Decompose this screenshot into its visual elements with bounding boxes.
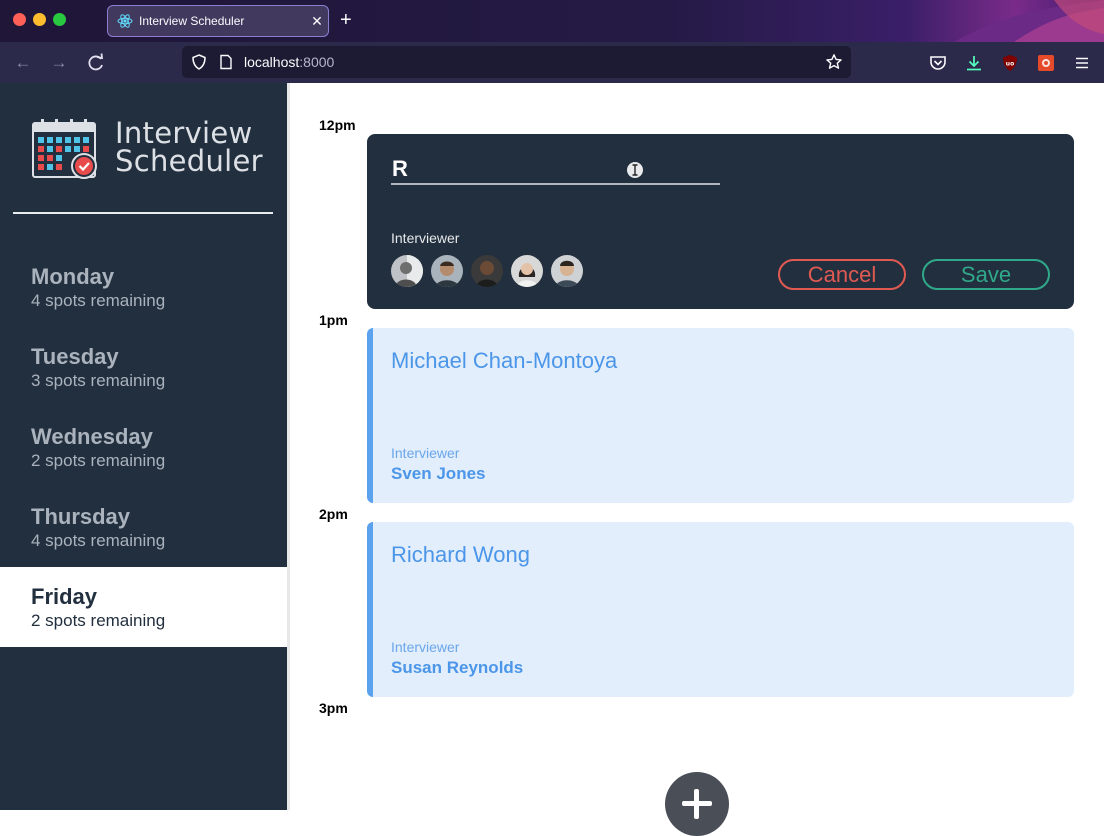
student-name: Michael Chan-Montoya: [391, 348, 618, 373]
day-name: Tuesday: [31, 344, 119, 369]
day-name: Monday: [31, 264, 115, 289]
bookmark-star-icon[interactable]: [825, 53, 843, 71]
forward-arrow-icon[interactable]: →: [48, 52, 70, 74]
text-cursor-icon: [627, 162, 643, 178]
time-label-3pm: 3pm: [319, 700, 348, 716]
calendar-logo-icon: [32, 119, 97, 179]
day-item-friday[interactable]: Friday 2 spots remaining: [0, 567, 287, 647]
interviewer-avatar[interactable]: [551, 255, 583, 287]
react-favicon-icon: [117, 14, 133, 28]
student-name: Richard Wong: [391, 542, 530, 567]
time-label-2pm: 2pm: [319, 506, 348, 522]
browser-tab-bar: Interview Scheduler ✕ +: [0, 0, 1104, 42]
interviewer-avatar[interactable]: [431, 255, 463, 287]
reload-icon[interactable]: [85, 52, 107, 74]
day-item-wednesday[interactable]: Wednesday 2 spots remaining: [0, 407, 287, 487]
day-list: Monday 4 spots remaining Tuesday 3 spots…: [0, 247, 287, 647]
add-appointment-button[interactable]: [665, 772, 729, 836]
url-host: localhost: [244, 54, 300, 70]
browser-tab[interactable]: Interview Scheduler ✕: [107, 5, 329, 37]
appointment-card[interactable]: Michael Chan-Montoya Interviewer Sven Jo…: [367, 328, 1074, 503]
interviewer-name: Sven Jones: [391, 464, 486, 483]
address-bar[interactable]: localhost:8000: [182, 46, 851, 78]
menu-hamburger-icon[interactable]: [1072, 53, 1092, 73]
page-info-icon[interactable]: [218, 54, 234, 70]
window-close-button[interactable]: [13, 13, 26, 26]
day-spots: 2 spots remaining: [31, 451, 166, 470]
student-name-input[interactable]: [391, 154, 720, 185]
plus-icon: [694, 789, 699, 819]
brand-line-2: Scheduler: [115, 144, 263, 178]
interviewer-avatar[interactable]: [471, 255, 503, 287]
app-brand: Interview Scheduler: [115, 116, 263, 178]
interviewer-label: Interviewer: [391, 230, 460, 246]
interviewer-name: Susan Reynolds: [391, 658, 524, 677]
interviewer-label: Interviewer: [391, 639, 460, 655]
interviewer-avatar[interactable]: [511, 255, 543, 287]
interviewer-label: Interviewer: [391, 445, 460, 461]
day-item-monday[interactable]: Monday 4 spots remaining: [0, 247, 287, 327]
time-label-12pm: 12pm: [319, 117, 356, 133]
appointment-card[interactable]: Richard Wong Interviewer Susan Reynolds: [367, 522, 1074, 697]
tab-title: Interview Scheduler: [139, 14, 245, 28]
day-spots: 3 spots remaining: [31, 371, 166, 390]
new-tab-button[interactable]: +: [340, 9, 352, 31]
url-text[interactable]: localhost:8000: [244, 54, 334, 70]
day-name: Wednesday: [31, 424, 153, 449]
day-name: Thursday: [31, 504, 131, 529]
sidebar-border: [287, 83, 290, 810]
browser-nav-bar: ← → localhost:8000 uo: [0, 42, 1104, 83]
brand-line-1: Interview: [115, 116, 253, 150]
window-zoom-button[interactable]: [53, 13, 66, 26]
day-item-tuesday[interactable]: Tuesday 3 spots remaining: [0, 327, 287, 407]
day-spots: 4 spots remaining: [31, 531, 166, 550]
pocket-icon[interactable]: [928, 53, 948, 73]
appointment-form: Interviewer: [367, 134, 1074, 309]
interviewer-list: [391, 255, 591, 287]
sidebar: Interview Scheduler Monday 4 spots remai…: [0, 83, 287, 810]
extension-icon[interactable]: [1036, 53, 1056, 73]
day-spots: 4 spots remaining: [31, 291, 166, 310]
sidebar-divider: [13, 212, 273, 214]
cancel-button[interactable]: Cancel: [778, 259, 906, 290]
day-item-thursday[interactable]: Thursday 4 spots remaining: [0, 487, 287, 567]
downloads-icon[interactable]: [964, 53, 984, 73]
tab-close-icon[interactable]: ✕: [306, 13, 328, 30]
day-name: Friday: [31, 584, 98, 609]
browser-theme-decoration: [954, 0, 1104, 42]
interviewer-avatar[interactable]: [391, 255, 423, 287]
svg-text:uo: uo: [1006, 61, 1014, 68]
url-port: :8000: [299, 54, 335, 70]
ublock-origin-icon[interactable]: uo: [1000, 53, 1020, 73]
time-label-1pm: 1pm: [319, 312, 348, 328]
save-button[interactable]: Save: [922, 259, 1050, 290]
back-arrow-icon[interactable]: ←: [12, 52, 34, 74]
window-minimize-button[interactable]: [33, 13, 46, 26]
day-spots: 2 spots remaining: [31, 611, 166, 630]
tracking-shield-icon[interactable]: [190, 53, 208, 71]
